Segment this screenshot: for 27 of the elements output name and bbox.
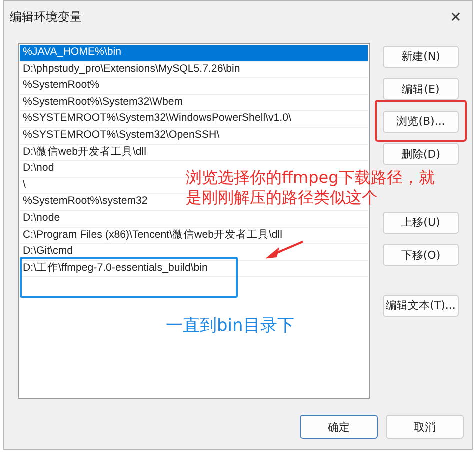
path-item[interactable]: D:\phpstudy_pro\Extensions\MySQL5.7.26\bin [23, 62, 240, 78]
annotation-text: 浏览选择你的ffmpeg下载路径，就是刚刚解压的路径类似这个 [186, 168, 436, 208]
side-button[interactable]: 新建(N) [383, 46, 459, 68]
ok-button[interactable]: 确定 [300, 415, 378, 439]
close-button[interactable]: ✕ [446, 9, 466, 25]
path-item[interactable]: %SYSTEMROOT%\System32\OpenSSH\ [23, 128, 220, 144]
path-item[interactable]: D:\nod [23, 161, 54, 177]
path-item[interactable]: D:\微信web开发者工具\dll [23, 144, 147, 160]
side-button[interactable]: 浏览(B)... [383, 110, 459, 132]
cancel-button[interactable]: 取消 [386, 415, 464, 439]
arrow-icon [266, 241, 306, 259]
path-item[interactable]: D:\node [23, 210, 60, 227]
path-item[interactable]: \ [23, 178, 26, 194]
side-button[interactable]: 下移(O) [383, 244, 459, 266]
path-item[interactable]: D:\Git\cmd [23, 244, 74, 260]
annotation-text: 一直到bin目录下 [166, 315, 294, 337]
path-item[interactable]: %SYSTEMROOT%\System32\WindowsPowerShell\v1.0\ [23, 111, 292, 127]
path-item[interactable]: D:\工作\ffmpeg-7.0-essentials_build\bin [23, 260, 208, 276]
side-button[interactable]: 编辑(E) [383, 78, 459, 100]
side-button[interactable]: 编辑文本(T)... [383, 294, 459, 316]
path-item[interactable]: %SystemRoot%\system32 [23, 194, 148, 210]
side-button[interactable]: 删除(D) [383, 143, 459, 165]
side-button[interactable]: 上移(U) [383, 212, 459, 234]
path-item[interactable]: C:\Program Files (x86)\Tencent\微信web开发者工具\dll [23, 228, 283, 244]
path-item[interactable]: %SystemRoot%\System32\Wbem [23, 94, 184, 110]
window-title: 编辑环境变量 [10, 8, 82, 26]
path-item[interactable]: %SystemRoot% [23, 78, 100, 94]
